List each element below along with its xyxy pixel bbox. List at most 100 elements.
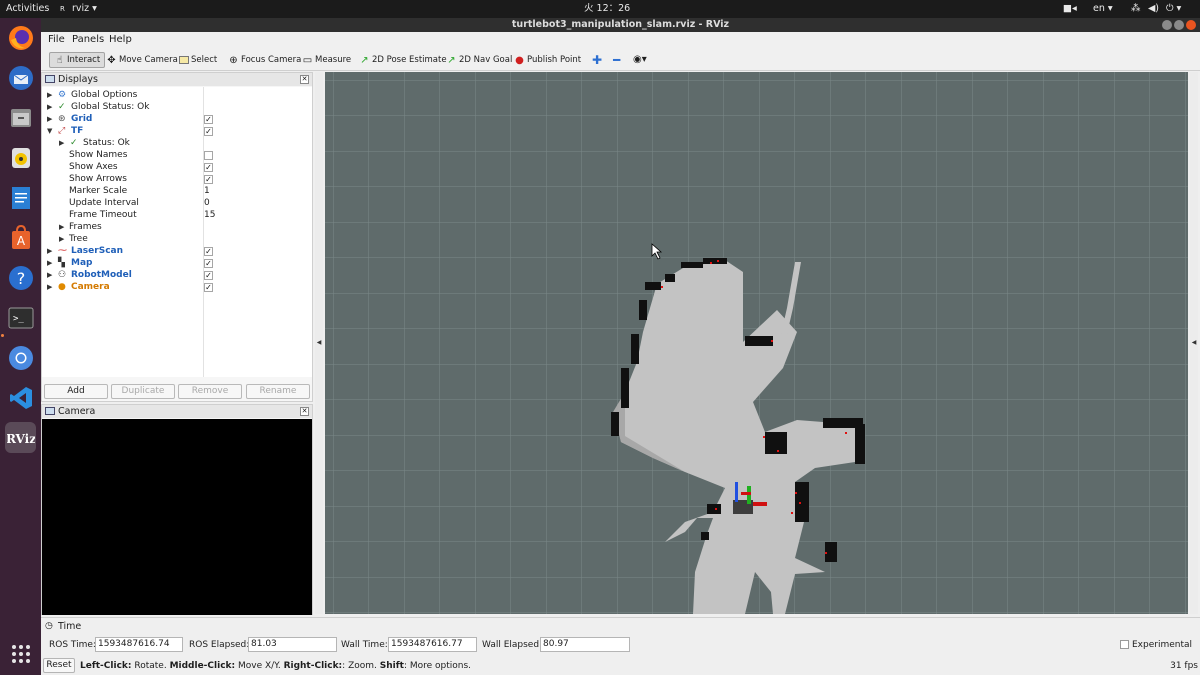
camera-enabled-checkbox[interactable]: ✓: [204, 283, 213, 292]
measure-tool-button[interactable]: ▭ Measure: [302, 52, 351, 68]
add-tool-icon[interactable]: ✚: [592, 52, 602, 68]
help-icon[interactable]: ?: [5, 262, 36, 293]
tf-enabled-checkbox[interactable]: ✓: [204, 127, 213, 136]
expand-arrow-icon[interactable]: ▶: [59, 137, 64, 149]
left-splitter-handle[interactable]: ◀: [315, 72, 323, 614]
menu-file[interactable]: File: [48, 34, 65, 45]
expand-arrow-icon[interactable]: ▶: [59, 221, 64, 233]
robotmodel-enabled-checkbox[interactable]: ✓: [204, 271, 213, 280]
goal-arrow-icon: ↗: [447, 54, 456, 66]
tree-row-show-arrows[interactable]: Show Arrows ✓: [42, 173, 312, 185]
rename-display-button[interactable]: Rename: [246, 384, 310, 399]
tree-row-grid[interactable]: ▶ ⊛ Grid ✓: [42, 113, 312, 125]
expand-arrow-icon[interactable]: ▶: [47, 269, 52, 281]
ros-elapsed-field[interactable]: 81.03: [248, 637, 337, 652]
expand-arrow-icon[interactable]: ▶: [59, 233, 64, 245]
expand-arrow-icon[interactable]: ▶: [47, 101, 52, 113]
minimize-button[interactable]: [1162, 20, 1172, 30]
chromium-icon[interactable]: [5, 342, 36, 373]
ros-time-field[interactable]: 1593487616.74: [95, 637, 183, 652]
pose-estimate-tool-button[interactable]: ↗ 2D Pose Estimate: [359, 52, 446, 68]
tree-row-frames[interactable]: ▶ Frames: [42, 221, 312, 233]
app-menu[interactable]: rviz ▾: [72, 0, 97, 18]
menu-bar: File Panels Help: [41, 32, 1200, 49]
camera-panel-icon: [45, 407, 55, 415]
menu-panels[interactable]: Panels: [72, 34, 104, 45]
tree-row-global-options[interactable]: ▶ ⚙ Global Options: [42, 89, 312, 101]
thunderbird-icon[interactable]: [5, 62, 36, 93]
displays-tree[interactable]: ▶ ⚙ Global Options ▶ ✓ Global Status: Ok…: [42, 87, 312, 377]
close-window-button[interactable]: [1186, 20, 1196, 30]
update-interval-value[interactable]: 0: [204, 197, 210, 209]
files-icon[interactable]: [5, 102, 36, 133]
tree-row-update-interval[interactable]: Update Interval 0: [42, 197, 312, 209]
tree-row-laserscan[interactable]: ▶ ⁓ LaserScan ✓: [42, 245, 312, 257]
render-3d-view[interactable]: [325, 72, 1188, 614]
grid-enabled-checkbox[interactable]: ✓: [204, 115, 213, 124]
volume-icon[interactable]: ◀): [1148, 0, 1159, 18]
experimental-checkbox[interactable]: [1120, 640, 1129, 649]
right-splitter-handle[interactable]: ◀: [1190, 72, 1198, 614]
tf-axes-icon: ⤢: [58, 126, 66, 136]
menu-help[interactable]: Help: [109, 34, 132, 45]
show-names-checkbox[interactable]: [204, 151, 213, 160]
tree-row-tf-status[interactable]: ▶ ✓ Status: Ok: [42, 137, 312, 149]
camera-indicator-icon[interactable]: ■◂: [1063, 0, 1077, 18]
maximize-button[interactable]: [1174, 20, 1184, 30]
tree-row-tree[interactable]: ▶ Tree: [42, 233, 312, 245]
libreoffice-writer-icon[interactable]: [5, 182, 36, 213]
move-camera-tool-button[interactable]: ✥ Move Camera: [106, 52, 178, 68]
tree-row-marker-scale[interactable]: Marker Scale 1: [42, 185, 312, 197]
frame-timeout-value[interactable]: 15: [204, 209, 215, 221]
show-applications-icon[interactable]: [5, 638, 36, 669]
expand-arrow-icon[interactable]: ▶: [47, 257, 52, 269]
marker-scale-value[interactable]: 1: [204, 185, 210, 197]
show-axes-checkbox[interactable]: ✓: [204, 163, 213, 172]
rhythmbox-icon[interactable]: [5, 142, 36, 173]
tree-row-robotmodel[interactable]: ▶ ⚇ RobotModel ✓: [42, 269, 312, 281]
svg-text:RViz: RViz: [7, 432, 35, 446]
rviz-icon[interactable]: RViz: [5, 422, 36, 453]
duplicate-display-button[interactable]: Duplicate: [111, 384, 175, 399]
terminal-icon[interactable]: >_: [5, 302, 36, 333]
tree-row-tf[interactable]: ▼ ⤢ TF ✓: [42, 125, 312, 137]
tree-row-frame-timeout[interactable]: Frame Timeout 15: [42, 209, 312, 221]
displays-close-button[interactable]: ✕: [300, 75, 309, 84]
remove-tool-icon[interactable]: ━: [613, 52, 620, 68]
activities-button[interactable]: Activities: [6, 0, 49, 18]
vscode-icon[interactable]: [5, 382, 36, 413]
focus-camera-tool-button[interactable]: ⊕ Focus Camera: [228, 52, 301, 68]
expand-arrow-icon[interactable]: ▶: [47, 113, 52, 125]
map-enabled-checkbox[interactable]: ✓: [204, 259, 213, 268]
nav-goal-tool-button[interactable]: ↗ 2D Nav Goal: [446, 52, 512, 68]
reset-button[interactable]: Reset: [43, 658, 75, 673]
language-selector[interactable]: en ▾: [1093, 0, 1113, 18]
laserscan-enabled-checkbox[interactable]: ✓: [204, 247, 213, 256]
expand-arrow-icon[interactable]: ▶: [47, 245, 52, 257]
render-canvas[interactable]: [325, 72, 1188, 614]
expand-arrow-icon[interactable]: ▶: [47, 89, 52, 101]
camera-close-button[interactable]: ✕: [300, 407, 309, 416]
remove-display-button[interactable]: Remove: [178, 384, 242, 399]
collapse-arrow-icon[interactable]: ▼: [47, 125, 52, 137]
tree-row-show-names[interactable]: Show Names: [42, 149, 312, 161]
tool-properties-eye-icon[interactable]: ◉▾: [633, 52, 647, 68]
clock[interactable]: 火 12：26: [584, 0, 630, 18]
show-arrows-checkbox[interactable]: ✓: [204, 175, 213, 184]
power-icon[interactable]: ⏻ ▾: [1166, 0, 1181, 18]
wall-time-field[interactable]: 1593487616.77: [388, 637, 477, 652]
network-icon[interactable]: ⁂: [1131, 0, 1141, 18]
camera-image-view[interactable]: [42, 419, 312, 615]
tree-row-camera[interactable]: ▶ ● Camera ✓: [42, 281, 312, 293]
add-display-button[interactable]: Add: [44, 384, 108, 399]
expand-arrow-icon[interactable]: ▶: [47, 281, 52, 293]
tree-row-global-status[interactable]: ▶ ✓ Global Status: Ok: [42, 101, 312, 113]
ubuntu-software-icon[interactable]: A: [5, 222, 36, 253]
tree-row-show-axes[interactable]: Show Axes ✓: [42, 161, 312, 173]
select-tool-button[interactable]: Select: [179, 52, 217, 68]
tree-row-map[interactable]: ▶ ▚ Map ✓: [42, 257, 312, 269]
interact-tool-button[interactable]: ☝ Interact: [49, 52, 106, 68]
wall-elapsed-field[interactable]: 80.97: [540, 637, 630, 652]
firefox-icon[interactable]: [5, 22, 36, 53]
publish-point-tool-button[interactable]: ● Publish Point: [514, 52, 581, 68]
